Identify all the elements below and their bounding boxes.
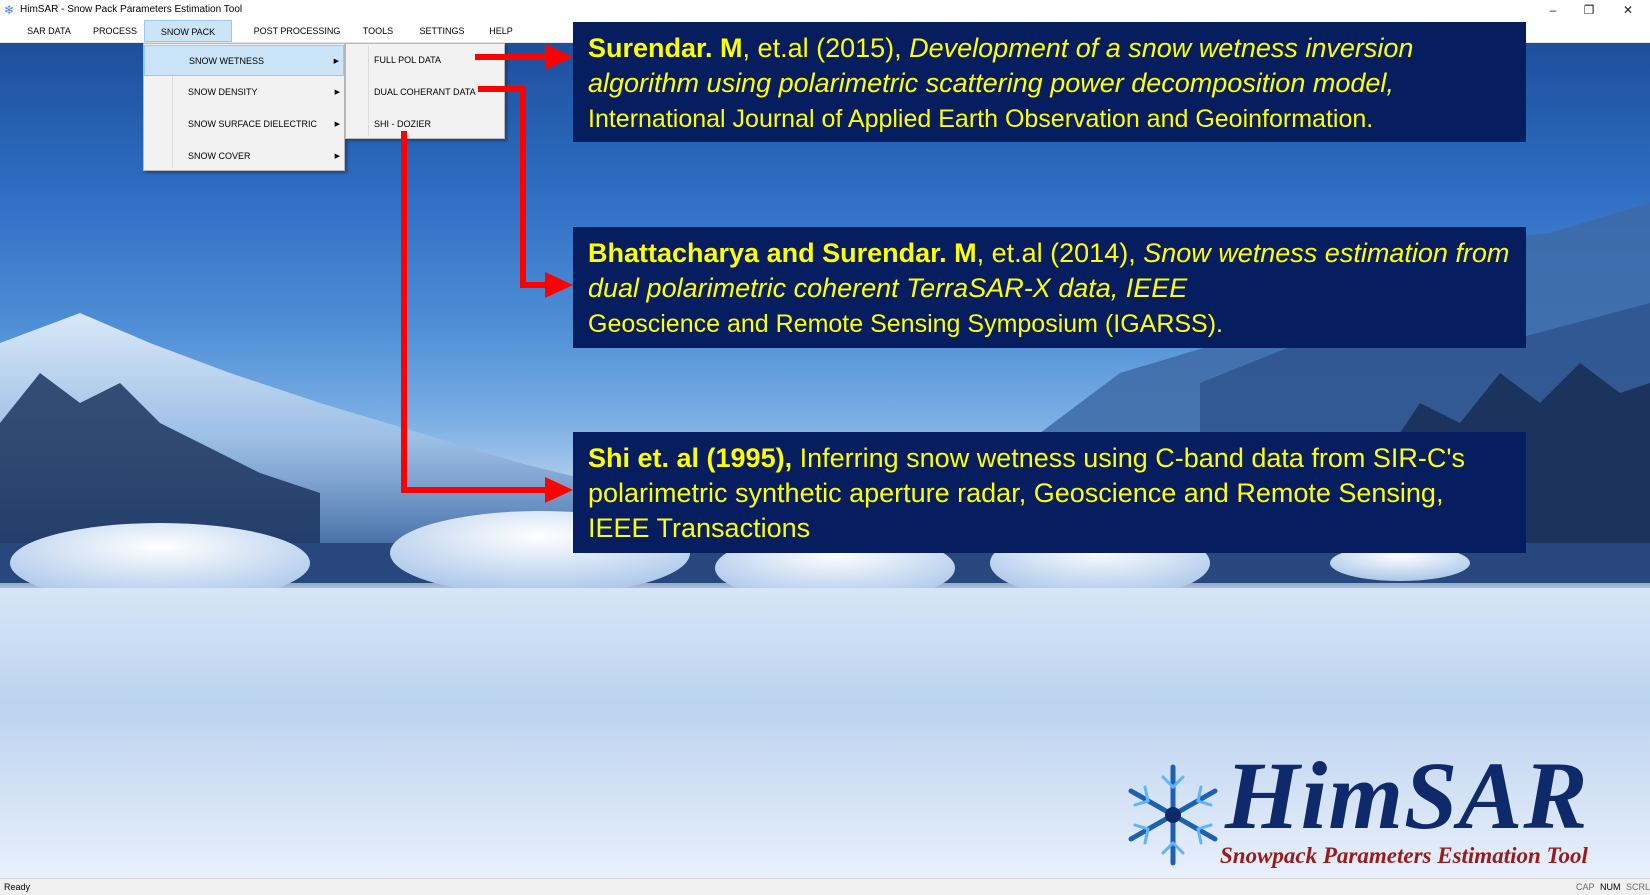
reference-authors: Surendar. M <box>588 33 743 63</box>
menu-item-label: SNOW COVER <box>188 151 251 161</box>
reference-venue: International Journal of Applied Earth O… <box>588 105 1374 133</box>
menu-snow-pack[interactable]: SNOW PACK <box>144 20 232 42</box>
snow-pack-dropdown: SNOW WETNESS ▶ SNOW DENSITY ▶ SNOW SURFA… <box>143 43 345 171</box>
menu-item-label: SNOW DENSITY <box>188 87 258 97</box>
reference-authors: Bhattacharya and Surendar. M <box>588 238 977 268</box>
snowflake-logo-icon <box>1128 764 1218 866</box>
reference-box-3: Shi et. al (1995), Inferring snow wetnes… <box>573 432 1526 553</box>
submenu-arrow-icon: ▶ <box>334 121 340 128</box>
submenu-arrow-icon: ▶ <box>334 89 340 96</box>
himsar-logo-title: HimSAR <box>1225 742 1589 849</box>
menu-item-label: SNOW SURFACE DIELECTRIC <box>188 119 318 129</box>
close-icon[interactable]: ✕ <box>1610 0 1646 19</box>
reference-box-1: Surendar. M, et.al (2015), Development o… <box>573 22 1526 142</box>
window-title: HimSAR - Snow Pack Parameters Estimation… <box>20 4 243 15</box>
menu-sar-data[interactable]: SAR DATA <box>20 20 78 42</box>
status-text: Ready <box>4 882 31 892</box>
snow-wetness-submenu: FULL POL DATA DUAL COHERANT DATA SHI - D… <box>345 43 505 139</box>
submenu-arrow-icon: ▶ <box>334 153 340 160</box>
menu-item-label: SHI - DOZIER <box>374 119 432 129</box>
menu-item-snow-surface-dielectric[interactable]: SNOW SURFACE DIELECTRIC ▶ <box>144 109 344 140</box>
submenu-arrow-icon: ▶ <box>333 58 339 65</box>
menu-item-snow-density[interactable]: SNOW DENSITY ▶ <box>144 77 344 108</box>
reference-year: , et.al (2015), <box>742 33 910 63</box>
reference-venue: Geoscience and Remote Sensing Symposium … <box>588 310 1223 338</box>
menu-item-snow-wetness[interactable]: SNOW WETNESS ▶ <box>144 45 344 76</box>
himsar-logo-subtitle: Snowpack Parameters Estimation Tool <box>1220 843 1588 868</box>
menu-item-label: DUAL COHERANT DATA <box>374 87 476 97</box>
reference-authors: Shi et. al (1995), <box>588 443 793 473</box>
title-bar: ❄ HimSAR - Snow Pack Parameters Estimati… <box>0 0 1650 19</box>
minimize-icon[interactable]: – <box>1535 0 1571 19</box>
menu-help[interactable]: HELP <box>482 20 520 42</box>
snowflake-app-icon: ❄ <box>4 2 15 17</box>
menu-tools[interactable]: TOOLS <box>356 20 400 42</box>
num-indicator: NUM <box>1600 882 1621 892</box>
menu-process[interactable]: PROCESS <box>87 20 143 42</box>
restore-icon[interactable]: ❐ <box>1571 0 1607 19</box>
menu-item-label: FULL POL DATA <box>374 55 442 65</box>
scrl-indicator: SCRL <box>1626 882 1650 892</box>
menu-item-snow-cover[interactable]: SNOW COVER ▶ <box>144 141 344 172</box>
cap-indicator: CAP <box>1576 882 1595 892</box>
menu-item-shi-dozier[interactable]: SHI - DOZIER <box>346 109 504 140</box>
reference-box-2: Bhattacharya and Surendar. M, et.al (201… <box>573 227 1526 348</box>
menu-post-processing[interactable]: POST PROCESSING <box>248 20 346 42</box>
menu-item-full-pol-data[interactable]: FULL POL DATA <box>346 45 504 76</box>
menu-item-dual-coherant-data[interactable]: DUAL COHERANT DATA <box>346 77 504 108</box>
menu-item-label: SNOW WETNESS <box>189 56 265 66</box>
status-bar: Ready CAP NUM SCRL <box>0 878 1650 895</box>
menu-settings[interactable]: SETTINGS <box>414 20 470 42</box>
reference-year <box>792 443 800 473</box>
reference-year: , et.al (2014), <box>976 238 1144 268</box>
